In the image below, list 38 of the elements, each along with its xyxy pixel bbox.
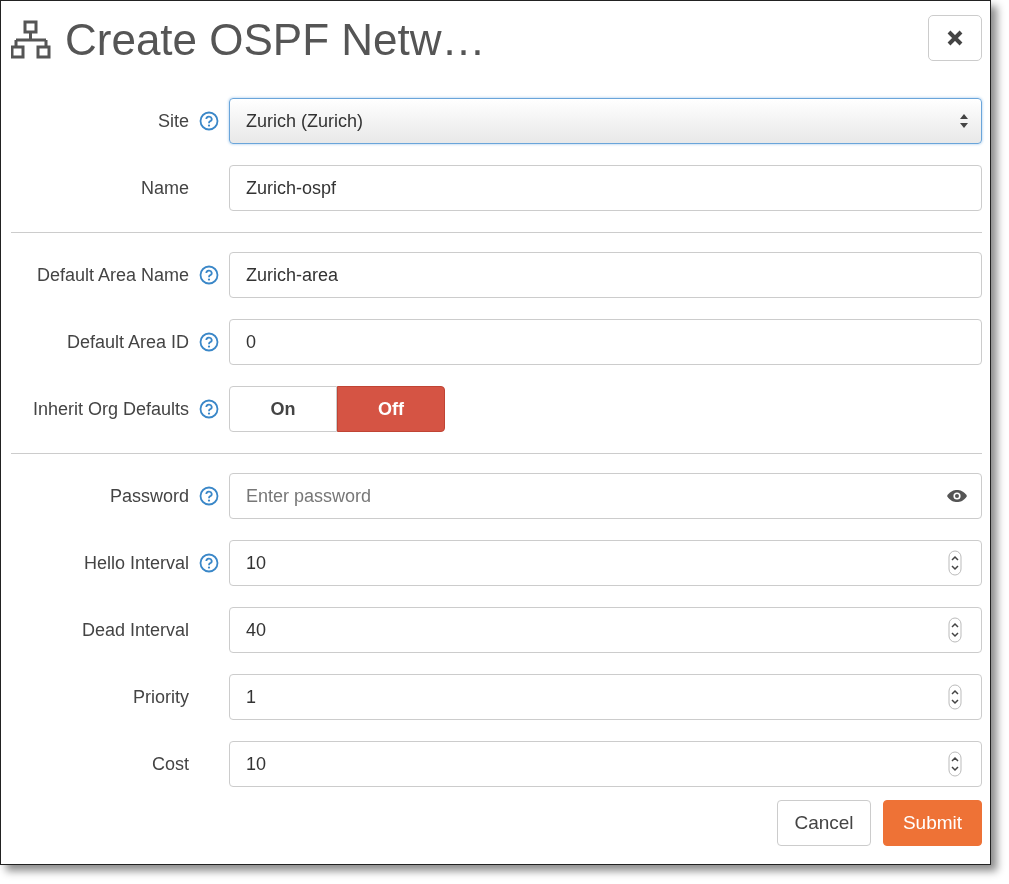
field-label: Priority <box>133 686 189 708</box>
help-icon[interactable] <box>199 399 219 419</box>
toggle-option[interactable]: Off <box>337 386 445 432</box>
field-label: Cost <box>152 753 189 775</box>
spinner-icon <box>948 684 962 710</box>
number-field[interactable]: 40 <box>229 607 982 653</box>
number-field[interactable]: 10 <box>229 741 982 787</box>
help-icon[interactable] <box>199 486 219 506</box>
spinner-icon <box>948 617 962 643</box>
number-field[interactable]: 1 <box>229 674 982 720</box>
select-arrows-icon <box>959 113 969 129</box>
eye-icon <box>946 489 968 503</box>
cancel-button[interactable]: Cancel <box>777 800 871 846</box>
text-field[interactable]: 0 <box>229 319 982 365</box>
field-label: Dead Interval <box>81 619 189 641</box>
close-icon <box>946 29 964 47</box>
field-label: Default Area Name <box>36 264 189 286</box>
spinner-icon <box>948 550 962 576</box>
help-icon[interactable] <box>199 332 219 352</box>
field-label: Default Area ID <box>66 331 189 353</box>
help-icon[interactable] <box>199 111 219 131</box>
text-field[interactable]: Zurich-area <box>229 252 982 298</box>
close-button[interactable] <box>928 15 982 61</box>
help-icon[interactable] <box>199 265 219 285</box>
network-icon <box>11 20 51 60</box>
text-field[interactable]: Zurich-ospf <box>229 165 982 211</box>
password-field[interactable]: Enter password <box>229 473 982 519</box>
dialog-title: Create OSPF Netw… <box>65 15 487 65</box>
help-icon[interactable] <box>199 553 219 573</box>
toggle-option[interactable]: On <box>229 386 337 432</box>
site-select[interactable]: Zurich (Zurich) <box>229 98 982 144</box>
field-label: Site <box>157 110 189 132</box>
field-label: Password <box>109 485 189 507</box>
number-field[interactable]: 10 <box>229 540 982 586</box>
field-label: Inherit Org Defaults <box>32 398 189 420</box>
field-label: Name <box>141 177 189 199</box>
field-label: Hello Interval <box>83 552 189 574</box>
spinner-icon <box>948 751 962 777</box>
